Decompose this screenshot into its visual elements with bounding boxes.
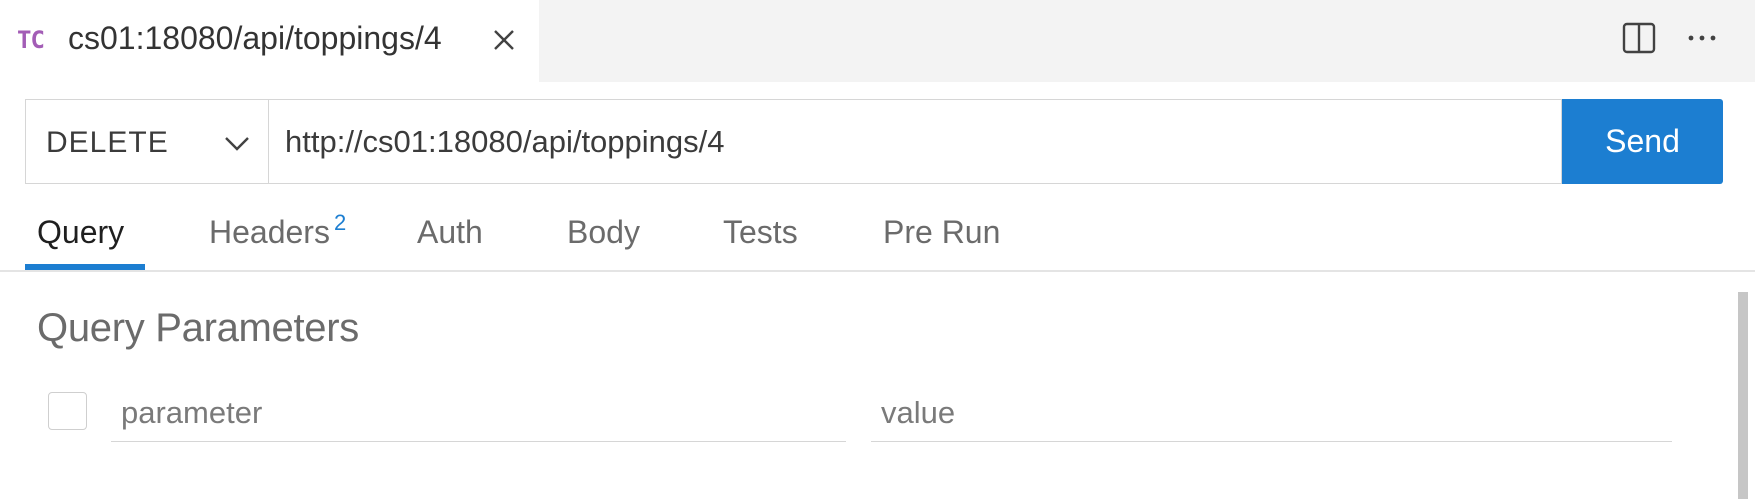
tab-tests[interactable]: Tests bbox=[723, 214, 798, 272]
active-tab-indicator bbox=[25, 264, 145, 270]
editor-tab[interactable]: TC cs01:18080/api/toppings/4 bbox=[0, 0, 539, 82]
tab-auth[interactable]: Auth bbox=[417, 214, 483, 272]
url-input[interactable] bbox=[269, 99, 1562, 184]
query-parameters-title: Query Parameters bbox=[37, 306, 359, 350]
editor-tab-bar: TC cs01:18080/api/toppings/4 bbox=[0, 0, 1755, 82]
request-tabs: Query Headers 2 Auth Body Tests Pre Run bbox=[0, 200, 1755, 272]
send-button[interactable]: Send bbox=[1562, 99, 1723, 184]
vertical-scrollbar[interactable] bbox=[1738, 292, 1748, 499]
tab-headers-label: Headers bbox=[209, 214, 330, 250]
close-icon[interactable] bbox=[488, 24, 520, 56]
chevron-down-icon bbox=[225, 137, 249, 151]
request-bar: DELETE Send bbox=[25, 99, 1723, 184]
tab-pre-run[interactable]: Pre Run bbox=[883, 214, 1000, 272]
tab-headers[interactable]: Headers 2 bbox=[209, 210, 346, 272]
param-value-input[interactable] bbox=[871, 384, 1672, 442]
thunder-client-request-panel: TC cs01:18080/api/toppings/4 DELETE Send bbox=[0, 0, 1755, 499]
method-select[interactable]: DELETE bbox=[25, 99, 269, 184]
param-enable-checkbox[interactable] bbox=[48, 392, 87, 430]
editor-tab-title: cs01:18080/api/toppings/4 bbox=[68, 20, 442, 56]
split-editor-icon[interactable] bbox=[1621, 20, 1657, 56]
headers-count-badge: 2 bbox=[333, 210, 347, 235]
tab-body[interactable]: Body bbox=[567, 214, 640, 272]
more-actions-icon[interactable] bbox=[1684, 20, 1720, 56]
param-name-input[interactable] bbox=[111, 384, 846, 442]
method-select-value: DELETE bbox=[46, 126, 169, 159]
thunder-client-logo-icon: TC bbox=[17, 26, 45, 54]
